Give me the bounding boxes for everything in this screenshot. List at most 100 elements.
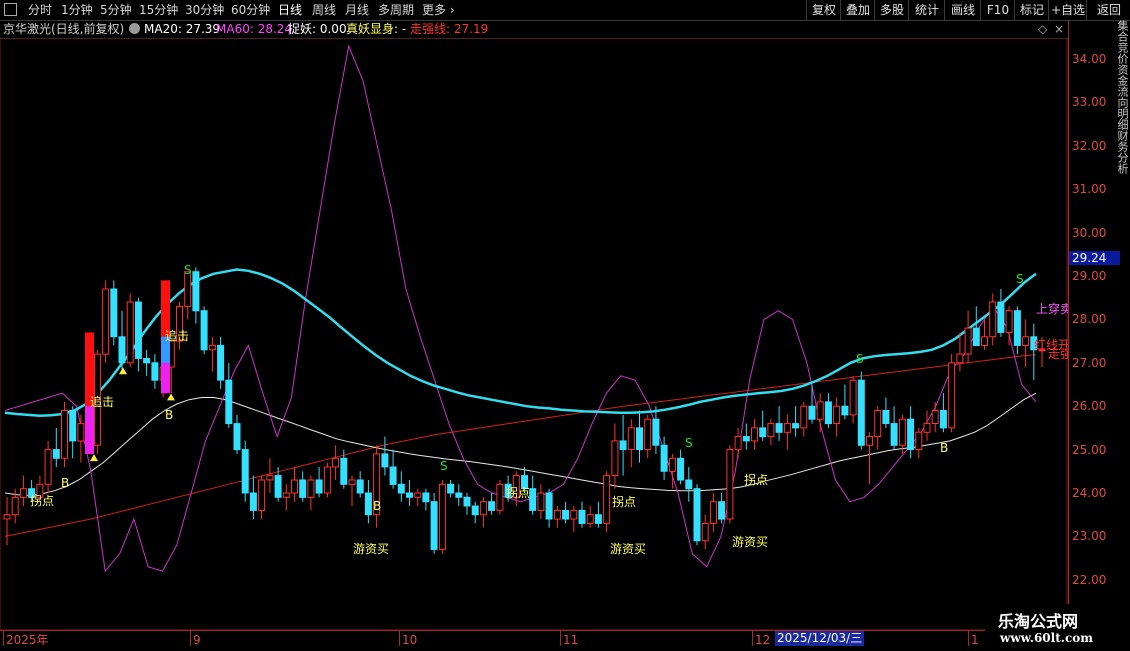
candle-body — [644, 418, 652, 451]
toolbar-button-2[interactable]: 多股 — [874, 0, 909, 20]
toolbar-button-5[interactable]: F10 — [980, 0, 1015, 20]
candle-body — [102, 288, 110, 355]
toolbar-button-4[interactable]: 画线 — [944, 0, 981, 20]
candle-body — [652, 418, 660, 446]
candle-body — [972, 327, 980, 347]
cursor-date-badge: 2025/12/03/三 — [775, 631, 865, 646]
candle-body — [356, 479, 364, 494]
candle-body — [299, 479, 307, 498]
candle-body — [833, 405, 841, 425]
toolbar-button-7[interactable]: +自选 — [1048, 0, 1087, 20]
kline-chart[interactable]: 拐点追击追击BBBBSSSSS游资买拐点拐点游资买 游资买拐点上穿卖红线开走强 — [0, 38, 1068, 630]
signal-label: 追击 — [165, 328, 189, 343]
candle-body — [217, 344, 225, 381]
watermark-title: 乐淘公式网 — [998, 612, 1079, 631]
toolbar-button-0[interactable]: 复权 — [806, 0, 841, 20]
plot-frame — [0, 38, 1068, 630]
signal-label: B — [940, 441, 948, 455]
candle-body — [241, 449, 249, 494]
candle-body — [19, 488, 27, 498]
ma60-value: MA60: 28.24 — [216, 22, 293, 36]
candle-body — [611, 440, 619, 477]
candle-body — [874, 410, 882, 437]
period-tab-0[interactable]: 分时 — [28, 2, 52, 18]
candle-body — [627, 427, 635, 451]
candle-body — [307, 479, 315, 498]
price-tick: 29.00 — [1072, 269, 1107, 283]
price-tick: 23.00 — [1072, 529, 1107, 544]
period-tab-3[interactable]: 15分钟 — [139, 2, 178, 18]
candle-body — [783, 423, 791, 433]
diamond-icon[interactable]: ◇ — [1038, 20, 1047, 38]
candle-body — [964, 327, 972, 355]
candle-body — [77, 423, 85, 442]
window-menu-icon[interactable] — [4, 3, 17, 16]
candle-body — [882, 410, 890, 424]
candle-body — [118, 336, 126, 364]
close-icon[interactable]: × — [1054, 20, 1064, 38]
date-tick: 2025年 — [6, 633, 49, 647]
candle-body — [1013, 310, 1021, 346]
stock-name[interactable]: 京华激光(日线,前复权) — [3, 20, 124, 38]
price-tick: 33.00 — [1072, 95, 1107, 110]
signal-label: S — [856, 352, 864, 366]
candle-body — [1005, 310, 1013, 333]
candle-body — [800, 405, 808, 429]
period-tab-1[interactable]: 1分钟 — [61, 2, 93, 18]
toolbar-button-3[interactable]: 统计 — [908, 0, 945, 20]
period-tab-9[interactable]: 多周期 — [378, 2, 414, 18]
candle-body — [52, 449, 60, 459]
signal-label: 走强 — [1048, 347, 1068, 361]
period-tab-10[interactable]: 更多 › — [422, 2, 455, 18]
period-tab-6[interactable]: 日线 — [278, 2, 302, 18]
candle-body — [775, 423, 783, 433]
candle-body — [463, 496, 471, 507]
candle-body — [989, 301, 997, 338]
signal-label: 拐点 — [612, 494, 636, 509]
signal-label: 游资买 — [610, 542, 646, 556]
toolbar-button-6[interactable]: 标记 — [1014, 0, 1049, 20]
candle-body — [192, 271, 200, 312]
period-tab-5[interactable]: 60分钟 — [231, 2, 270, 18]
period-tab-7[interactable]: 周线 — [312, 2, 336, 18]
signal-label: S — [184, 263, 192, 277]
candle-body — [406, 492, 413, 498]
candle-body — [742, 436, 750, 442]
candle-body — [447, 483, 455, 494]
candle-body — [857, 379, 865, 446]
signal-triangle — [90, 454, 98, 462]
settings-icon[interactable] — [129, 23, 140, 34]
candle-body — [751, 427, 758, 442]
candle-body — [44, 449, 52, 485]
candle-body — [545, 492, 553, 520]
signal-label: 拐点 — [506, 485, 530, 500]
candle-body — [849, 379, 857, 416]
price-tick: 28.00 — [1072, 312, 1107, 327]
candle-body — [323, 466, 331, 494]
toolbar-button-8[interactable]: 返回 — [1086, 0, 1130, 20]
date-tick-mark — [190, 630, 191, 646]
toolbar-button-1[interactable]: 叠加 — [840, 0, 875, 20]
candle-body — [3, 514, 11, 520]
price-tick: 24.00 — [1072, 486, 1107, 500]
candle-body — [455, 492, 463, 498]
right-panel-strip[interactable]: 集合竞价资金流向明细财务分析 — [1118, 20, 1130, 440]
candle-body — [948, 362, 956, 429]
signal-label: S — [685, 436, 693, 450]
candle-body — [208, 344, 216, 351]
period-tab-2[interactable]: 5分钟 — [100, 2, 132, 18]
candle-body — [126, 301, 134, 364]
signal-label: S — [440, 459, 448, 473]
candle-body — [488, 501, 496, 511]
candle-body — [890, 423, 898, 446]
period-tab-4[interactable]: 30分钟 — [185, 2, 224, 18]
candle-body — [69, 410, 77, 442]
candle-body — [931, 410, 939, 424]
candle-body — [586, 514, 594, 524]
price-tick: 25.00 — [1072, 442, 1107, 457]
candle-body — [389, 466, 397, 485]
signal-triangle — [119, 367, 127, 375]
period-tab-8[interactable]: 月线 — [345, 2, 369, 18]
candle-body — [1022, 336, 1030, 346]
ma20-value: MA20: 27.39 — [144, 22, 221, 36]
